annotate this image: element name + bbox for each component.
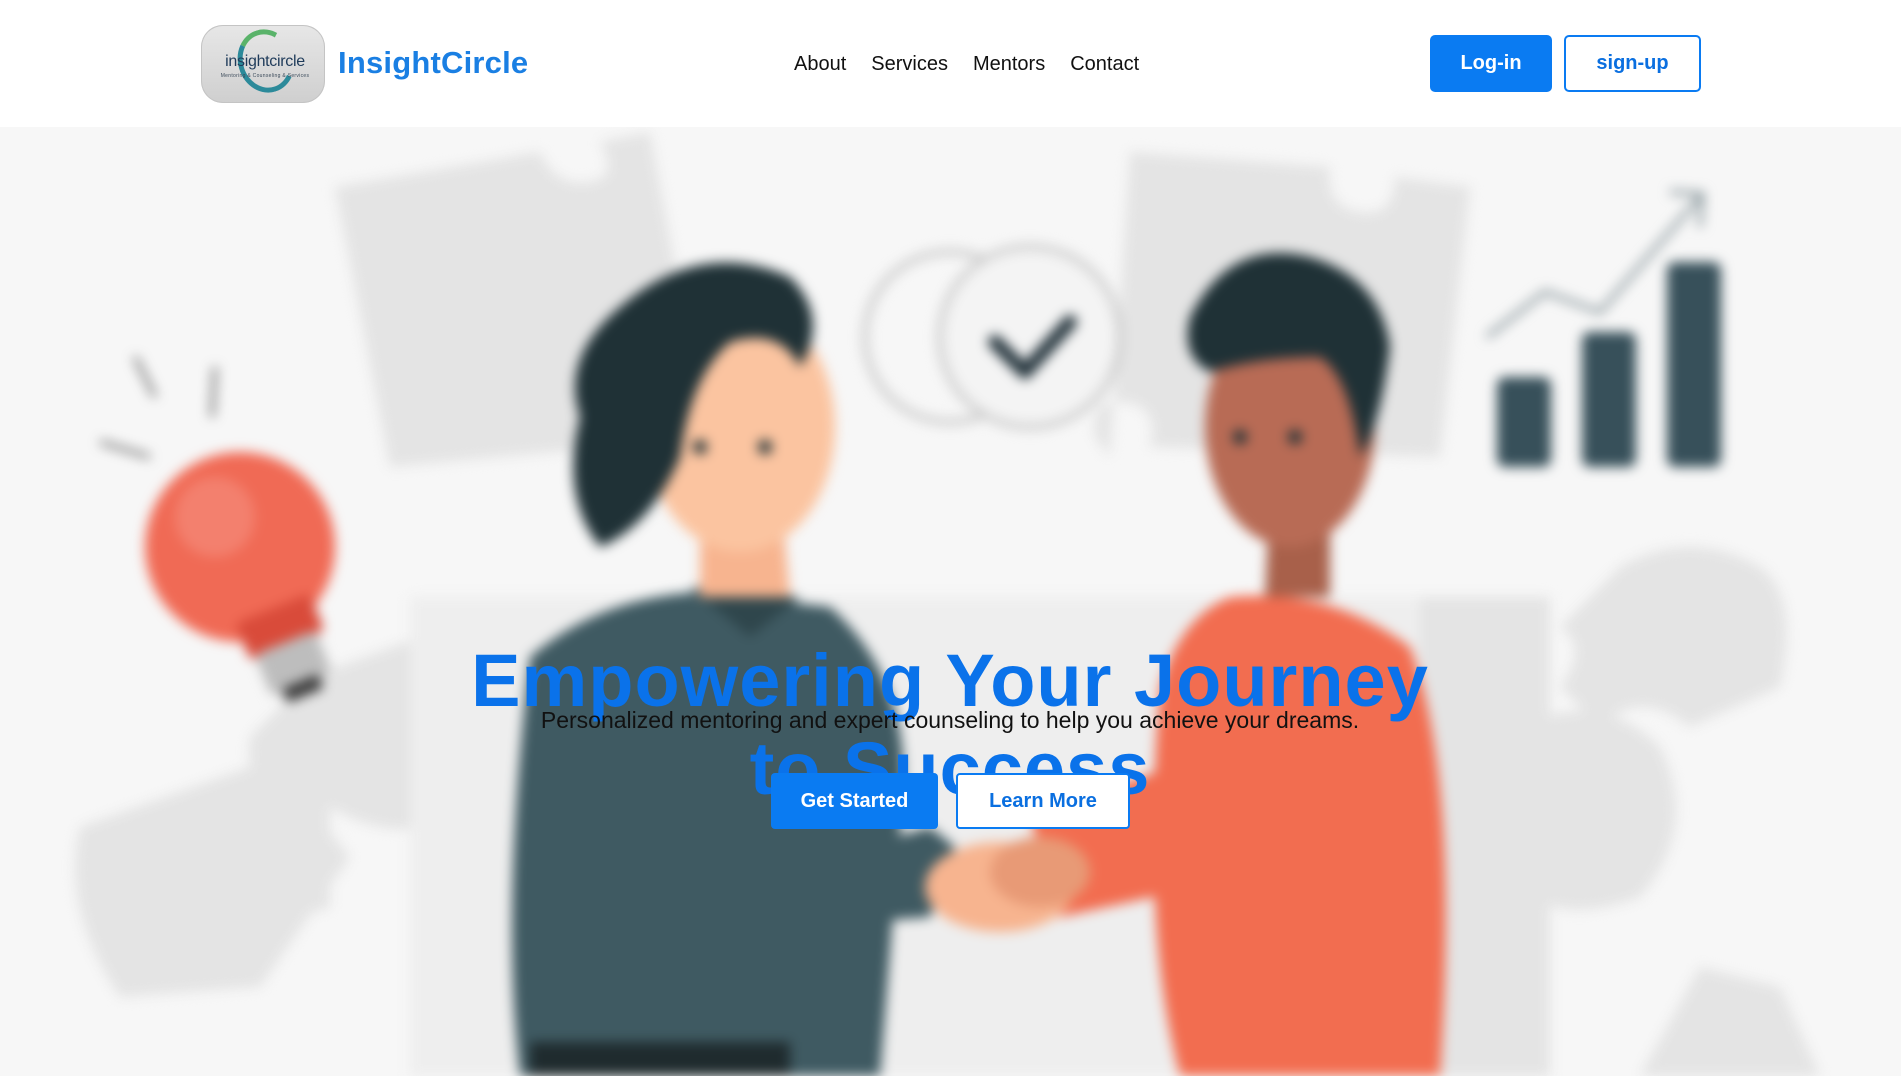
site-header: insightcircle Mentoring & Counseling & S… <box>0 0 1901 127</box>
nav-about[interactable]: About <box>794 52 846 76</box>
get-started-button[interactable]: Get Started <box>771 773 938 829</box>
hero-subtitle: Personalized mentoring and expert counse… <box>540 707 1360 733</box>
logo-wordmark: insightcircle <box>225 53 305 70</box>
nav-mentors[interactable]: Mentors <box>973 52 1045 76</box>
hero-illustration <box>75 132 1820 1076</box>
brand-name[interactable]: InsightCircle <box>338 45 528 81</box>
main-nav: About Services Mentors Contact <box>794 52 1139 76</box>
puzzle-pieces <box>75 132 1820 1076</box>
landing-page: insightcircle Mentoring & Counseling & S… <box>0 0 1901 1076</box>
lightbulb-icon <box>99 356 335 702</box>
hero-section: Empowering Your Journey to Success <box>0 127 1901 1076</box>
brand-logo[interactable]: insightcircle Mentoring & Counseling & S… <box>201 25 325 103</box>
nav-contact[interactable]: Contact <box>1070 52 1139 76</box>
login-button[interactable]: Log-in <box>1430 35 1552 92</box>
signup-button[interactable]: sign-up <box>1564 35 1701 92</box>
nav-services[interactable]: Services <box>871 52 948 76</box>
learn-more-button[interactable]: Learn More <box>956 773 1130 829</box>
logo-tagline: Mentoring & Counseling & Services <box>220 73 310 79</box>
growth-chart-icon <box>1485 190 1721 467</box>
